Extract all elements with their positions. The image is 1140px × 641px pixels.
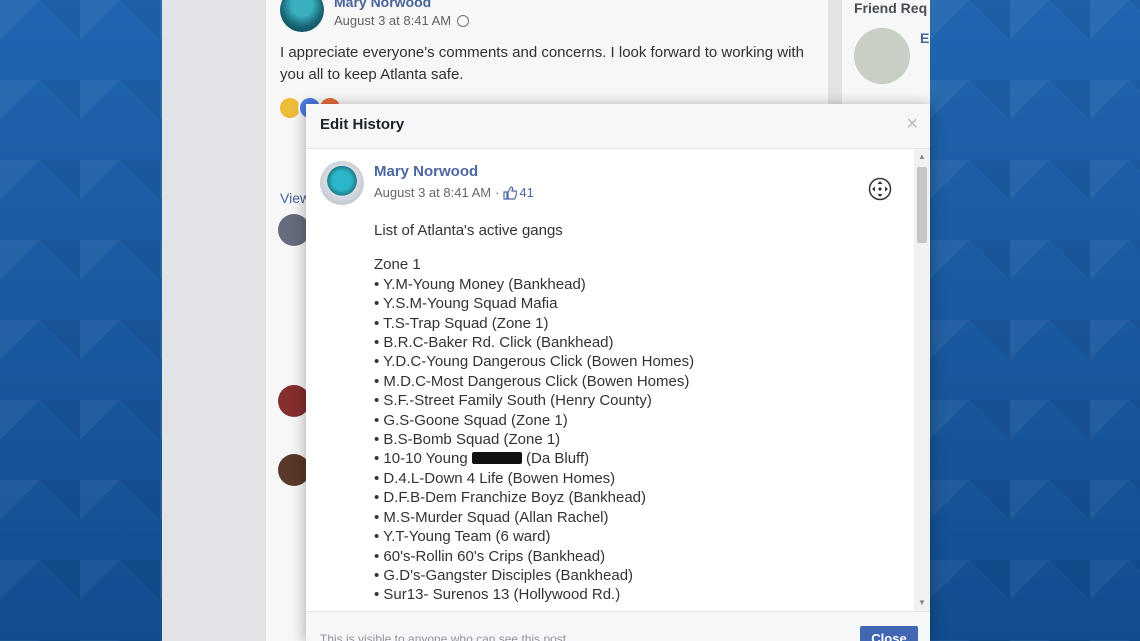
gang-list-item: • G.D's-Gangster Disciples (Bankhead) xyxy=(374,566,634,584)
broadcast-frame-left xyxy=(0,0,162,641)
redaction-bar xyxy=(471,452,522,465)
dialog-body: Mary Norwood August 3 at 8:41 AM · 41 Li… xyxy=(306,149,914,611)
gang-list-item: • Y.M-Young Money (Bankhead) xyxy=(374,275,586,293)
edit-history-dialog: Edit History × Mary Norwood August 3 at … xyxy=(306,104,930,641)
broadcast-frame-right xyxy=(930,0,1140,641)
zone-heading: Zone 1 xyxy=(374,256,421,274)
dialog-title: Edit History xyxy=(320,116,405,133)
avatar[interactable] xyxy=(320,161,364,205)
gang-list-item: • T.S-Trap Squad (Zone 1) xyxy=(374,314,549,332)
gang-list-item: • M.D.C-Most Dangerous Click (Bowen Home… xyxy=(374,372,690,390)
thumbs-up-icon xyxy=(503,185,518,200)
dialog-footer: This is visible to anyone who can see th… xyxy=(306,611,930,641)
post-meta: August 3 at 8:41 AM · 41 xyxy=(374,185,534,200)
gang-list-item: • S.F.-Street Family South (Henry County… xyxy=(374,392,652,410)
gang-list-item: • B.S-Bomb Squad (Zone 1) xyxy=(374,431,561,449)
gang-list-item: • B.R.C-Baker Rd. Click (Bankhead) xyxy=(374,334,614,352)
dialog-scrollbar[interactable]: ▲ ▼ xyxy=(914,149,930,611)
post-heading: List of Atlanta's active gangs xyxy=(374,222,563,239)
post-author[interactable]: Mary Norwood xyxy=(374,163,478,180)
redacted-line-prefix: • 10-10 Young xyxy=(374,450,472,468)
post-content: List of Atlanta's active gangs Zone 1 • Y.… xyxy=(374,221,694,605)
gang-list-item: • D.F.B-Dem Franchize Boyz (Bankhead) xyxy=(374,489,647,507)
scrollbar-thumb[interactable] xyxy=(917,167,927,243)
close-icon[interactable]: × xyxy=(906,114,918,134)
gang-list-item: • Sur13- Surenos 13 (Hollywood Rd.) xyxy=(374,586,621,604)
redacted-line-suffix: (Da Bluff) xyxy=(521,450,590,468)
gang-list-item: • M.S-Murder Squad (Allan Rachel) xyxy=(374,508,609,526)
gang-list-item: • Y.S.M-Young Squad Mafia xyxy=(374,295,558,313)
gang-list-item-redacted: • 10-10 Young (Da Bluff) xyxy=(374,449,694,468)
gang-list-item: • Y.T-Young Team (6 ward) xyxy=(374,528,551,546)
gang-list-item: • D.4.L-Down 4 Life (Bowen Homes) xyxy=(374,469,616,487)
move-icon[interactable] xyxy=(868,177,892,201)
visibility-note: This is visible to anyone who can see th… xyxy=(320,632,570,641)
gang-list-item: • Y.D.C-Young Dangerous Click (Bowen Hom… xyxy=(374,353,695,371)
close-button[interactable]: Close xyxy=(860,626,918,641)
meta-separator: · xyxy=(495,185,500,200)
scroll-up-arrow-icon[interactable]: ▲ xyxy=(918,153,926,161)
like-count[interactable]: 41 xyxy=(519,185,533,200)
gang-list-item: • 60's-Rollin 60's Crips (Bankhead) xyxy=(374,547,606,565)
post-timestamp[interactable]: August 3 at 8:41 AM xyxy=(374,185,491,200)
gang-list-item: • G.S-Goone Squad (Zone 1) xyxy=(374,411,568,429)
scroll-down-arrow-icon[interactable]: ▼ xyxy=(918,599,926,607)
dialog-header: Edit History × xyxy=(306,104,930,149)
